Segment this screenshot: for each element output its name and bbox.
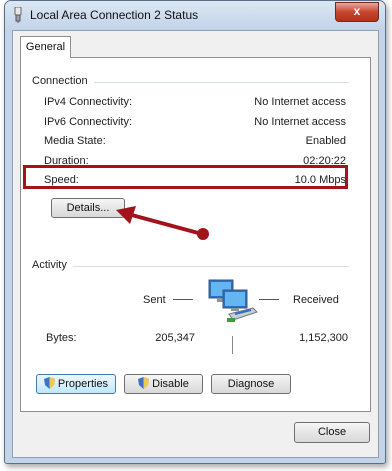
tab-general[interactable]: General (20, 36, 71, 58)
media-state-label: Media State: (44, 135, 106, 147)
network-connection-icon (14, 7, 22, 23)
activity-group-label: Activity (32, 259, 73, 273)
media-state-value: Enabled (305, 135, 346, 147)
connection-group-label: Connection (32, 75, 94, 89)
network-computers-icon (208, 279, 258, 322)
title-bar[interactable]: Local Area Connection 2 Status x (5, 1, 385, 29)
speed-highlight-box (23, 165, 348, 189)
sent-line (173, 299, 193, 300)
diagnose-button[interactable]: Diagnose (211, 374, 291, 394)
activity-group-divider (35, 266, 349, 267)
properties-button[interactable]: Properties (36, 374, 116, 394)
disable-button[interactable]: Disable (124, 374, 203, 394)
ipv4-value: No Internet access (254, 96, 346, 108)
annotation-arrow-icon (116, 206, 209, 240)
ipv4-label: IPv4 Connectivity: (44, 96, 133, 108)
bytes-received-value: 1,152,300 (299, 332, 348, 344)
window-title: Local Area Connection 2 Status (30, 8, 199, 22)
uac-shield-icon (138, 377, 150, 389)
uac-shield-icon (43, 377, 55, 389)
close-button[interactable]: Close (294, 422, 370, 443)
bytes-label: Bytes: (46, 332, 77, 344)
sent-label: Sent (143, 294, 166, 306)
received-label: Received (293, 294, 339, 306)
ipv6-value: No Internet access (254, 116, 346, 128)
disable-label: Disable (152, 378, 189, 390)
ipv6-label: IPv6 Connectivity: (44, 116, 133, 128)
received-line (259, 299, 279, 300)
activity-center-line (232, 336, 233, 354)
properties-label: Properties (57, 378, 109, 390)
bytes-sent-value: 205,347 (155, 332, 195, 344)
window-close-button[interactable]: x (335, 2, 379, 22)
